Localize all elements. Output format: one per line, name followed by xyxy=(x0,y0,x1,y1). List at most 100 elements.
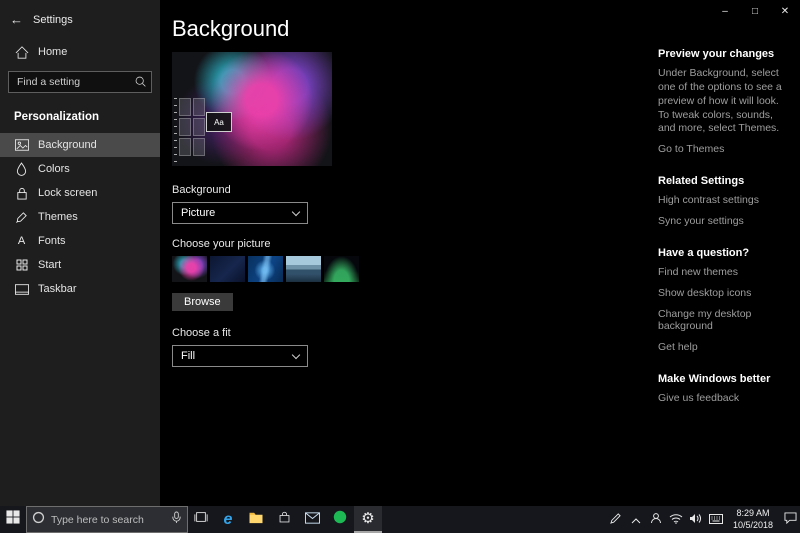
choose-picture-label: Choose your picture xyxy=(172,238,658,250)
mail-button[interactable] xyxy=(298,506,326,533)
lock-icon xyxy=(14,187,29,200)
picture-thumbnail-windows-hero[interactable] xyxy=(248,256,283,282)
page-title: Background xyxy=(172,16,658,42)
chevron-up-icon xyxy=(631,511,641,529)
show-desktop-icons-link[interactable]: Show desktop icons xyxy=(658,287,790,299)
colors-icon xyxy=(14,162,29,176)
clock-time: 8:29 AM xyxy=(736,508,769,519)
background-type-dropdown[interactable]: Picture xyxy=(172,202,308,224)
sidebar-item-label: Lock screen xyxy=(38,187,97,199)
edge-button[interactable]: e xyxy=(214,506,242,533)
high-contrast-settings-link[interactable]: High contrast settings xyxy=(658,194,790,206)
preview-app-window: Aa xyxy=(206,112,232,132)
keyboard-icon xyxy=(709,511,723,529)
sidebar-item-label: Themes xyxy=(38,211,78,223)
sidebar-item-taskbar[interactable]: Taskbar xyxy=(0,277,160,301)
maximize-button[interactable]: □ xyxy=(740,0,770,22)
choose-fit-dropdown[interactable]: Fill xyxy=(172,345,308,367)
wifi-icon xyxy=(669,511,683,529)
sidebar-item-themes[interactable]: Themes xyxy=(0,205,160,229)
sidebar-item-home[interactable]: Home xyxy=(0,39,160,65)
edge-icon: e xyxy=(224,512,233,528)
cortana-icon xyxy=(32,511,45,529)
settings-app-button[interactable]: ⚙ xyxy=(354,506,382,533)
go-to-themes-link[interactable]: Go to Themes xyxy=(658,143,790,155)
close-button[interactable]: ✕ xyxy=(770,0,800,22)
start-button[interactable] xyxy=(0,506,26,533)
make-windows-better-heading: Make Windows better xyxy=(658,373,790,385)
file-explorer-button[interactable] xyxy=(242,506,270,533)
taskbar-spacer xyxy=(382,506,606,533)
settings-search xyxy=(8,71,152,93)
help-panel: Preview your changes Under Background, s… xyxy=(658,0,790,506)
window-title: Settings xyxy=(33,14,73,26)
brush-icon xyxy=(14,211,29,224)
sidebar-item-label: Background xyxy=(38,139,97,151)
choose-fit-value: Fill xyxy=(181,350,195,362)
people-tray-button[interactable] xyxy=(646,506,666,533)
taskbar-search-box[interactable] xyxy=(26,506,188,533)
envelope-icon xyxy=(305,511,320,529)
minimize-button[interactable]: – xyxy=(710,0,740,22)
sidebar-item-start[interactable]: Start xyxy=(0,253,160,277)
settings-sidebar: ← Settings Home Personalization xyxy=(0,0,160,506)
show-hidden-icons-button[interactable] xyxy=(626,506,646,533)
related-settings-heading: Related Settings xyxy=(658,175,790,187)
home-label: Home xyxy=(38,46,67,58)
microphone-icon[interactable] xyxy=(171,511,182,529)
pinned-apps: e ⚙ xyxy=(214,506,382,533)
sync-your-settings-link[interactable]: Sync your settings xyxy=(658,215,790,227)
change-desktop-background-link[interactable]: Change my desktop background xyxy=(658,308,790,332)
clock-date: 10/5/2018 xyxy=(733,520,773,531)
preview-changes-text: Under Background, select one of the opti… xyxy=(658,67,790,136)
sidebar-item-fonts[interactable]: A Fonts xyxy=(0,229,160,253)
settings-search-input[interactable] xyxy=(8,71,152,93)
sidebar-item-label: Colors xyxy=(38,163,70,175)
give-us-feedback-link[interactable]: Give us feedback xyxy=(658,392,790,404)
have-a-question-heading: Have a question? xyxy=(658,247,790,259)
taskbar-clock[interactable]: 8:29 AM 10/5/2018 xyxy=(726,506,780,533)
picture-thumbnail-ink[interactable] xyxy=(172,256,207,282)
home-icon xyxy=(14,46,29,59)
pen-tray-button[interactable] xyxy=(606,506,626,533)
people-icon xyxy=(650,511,662,529)
store-button[interactable] xyxy=(270,506,298,533)
sidebar-section-title: Personalization xyxy=(0,103,160,133)
action-center-icon xyxy=(784,511,797,529)
background-preview-image: Aa xyxy=(172,52,332,166)
picture-thumbnail-dark-blue[interactable] xyxy=(210,256,245,282)
taskbar-panel-icon xyxy=(14,284,29,295)
action-center-button[interactable] xyxy=(780,506,800,533)
preview-aa-label: Aa xyxy=(214,118,224,127)
choose-fit-label: Choose a fit xyxy=(172,327,658,339)
picture-thumbnail-landscape[interactable] xyxy=(286,256,321,282)
system-tray: 8:29 AM 10/5/2018 xyxy=(606,506,800,533)
back-button-icon[interactable]: ← xyxy=(10,12,23,27)
get-help-link[interactable]: Get help xyxy=(658,341,790,353)
picture-thumbnail-aurora[interactable] xyxy=(324,256,359,282)
preview-start-tiles xyxy=(179,98,205,160)
background-icon xyxy=(14,139,29,151)
taskbar-search-input[interactable] xyxy=(51,514,165,526)
sidebar-item-background[interactable]: Background xyxy=(0,133,160,157)
volume-tray-button[interactable] xyxy=(686,506,706,533)
sidebar-item-lock-screen[interactable]: Lock screen xyxy=(0,181,160,205)
gear-icon: ⚙ xyxy=(361,511,374,526)
sidebar-item-colors[interactable]: Colors xyxy=(0,157,160,181)
task-view-button[interactable] xyxy=(188,506,214,533)
window-titlebar: ← Settings xyxy=(0,8,160,39)
desktop-screen: ← Settings Home Personalization xyxy=(0,0,800,533)
close-icon: ✕ xyxy=(781,6,789,17)
sidebar-item-label: Taskbar xyxy=(38,283,77,295)
touch-keyboard-button[interactable] xyxy=(706,506,726,533)
preview-changes-heading: Preview your changes xyxy=(658,48,790,60)
green-circle-app-icon xyxy=(333,510,347,529)
green-app-button[interactable] xyxy=(326,506,354,533)
browse-button[interactable]: Browse xyxy=(172,293,233,311)
task-view-icon xyxy=(194,510,208,529)
search-icon xyxy=(134,75,147,93)
find-new-themes-link[interactable]: Find new themes xyxy=(658,266,790,278)
shopping-bag-icon xyxy=(278,511,291,529)
network-tray-button[interactable] xyxy=(666,506,686,533)
background-type-value: Picture xyxy=(181,207,215,219)
